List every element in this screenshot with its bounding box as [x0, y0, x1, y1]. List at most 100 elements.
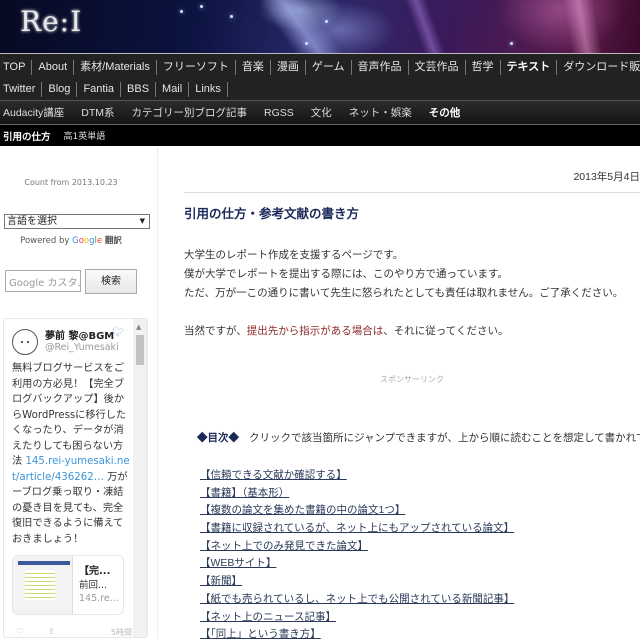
intro-paragraph: 僕が大学でレポートを提出する際には、このやり方で通っています。	[184, 268, 508, 280]
card-title: 【完...	[79, 566, 111, 577]
google-logo[interactable]: Google	[72, 236, 102, 246]
toc-link[interactable]: 【複数の論文を集めた書籍の中の論文1つ】	[200, 504, 405, 516]
language-select-value: 言語を選択	[7, 216, 57, 227]
category-tab[interactable]: DTM系	[81, 105, 114, 120]
toc-link[interactable]: 【書籍に収録されているが、ネット上にもアップされている論文】	[200, 522, 514, 534]
nav-item[interactable]: 素材/Materials	[80, 60, 157, 75]
toc-intro: クリックで該当箇所にジャンプできますが、上から順に読むことを想定して書かれていま…	[249, 432, 640, 444]
tweet-link-card[interactable]: 【完... 前回... 145.re...	[12, 555, 124, 615]
scrollbar-thumb[interactable]	[136, 335, 144, 365]
tweet-author-name[interactable]: 夢前 黎@BGM	[45, 327, 114, 342]
secondary-nav: Audacity講座 DTM系 カテゴリー別ブログ記事 RGSS 文化 ネット・娯楽 その他	[0, 100, 640, 124]
banner-sparkle	[230, 15, 233, 18]
toc-item: 【ネット上でのみ発見できた論文】	[200, 535, 514, 553]
toc-link[interactable]: 【WEBサイト】	[200, 557, 276, 569]
nav-item[interactable]: Links	[195, 82, 228, 97]
nav-item[interactable]: Twitter	[3, 82, 43, 97]
category-tab[interactable]: ネット・娯楽	[349, 105, 412, 120]
translate-link[interactable]: 翻訳	[105, 236, 122, 246]
toc-link[interactable]: 【信頼できる文献か確認する】	[200, 469, 347, 481]
search-button[interactable]: 検索	[85, 269, 137, 294]
toc-link[interactable]: 【書籍】（基本形）	[200, 487, 289, 499]
nav-item[interactable]: テキスト	[507, 60, 558, 75]
toc-link[interactable]: 【ネット上のニュース記事】	[200, 611, 336, 623]
toc-link[interactable]: 【紙でも売られているし、ネット上でも公開されている新聞記事】	[200, 593, 514, 605]
toc-item: 【書籍に収録されているが、ネット上にもアップされている論文】	[200, 517, 514, 535]
subcategory-tab[interactable]: 高1英単語	[64, 129, 106, 142]
intro-paragraph: ただ、万が一この通りに書いて先生に怒られたとしても責任は取れません。ご了承くださ…	[184, 287, 624, 299]
google-translate-credit: Powered by Google 翻訳	[0, 234, 142, 246]
google-logo-letter: e	[96, 236, 103, 246]
category-tab[interactable]: RGSS	[264, 107, 294, 119]
custom-search-input[interactable]: Google カスタム検索	[5, 270, 81, 292]
banner-sparkle	[510, 42, 513, 45]
nav-item[interactable]: 漫画	[277, 60, 306, 75]
toc-link[interactable]: 【ネット上でのみ発見できた論文】	[200, 540, 368, 552]
banner-sparkle	[325, 20, 328, 23]
tweet-body: 無料ブログサービスをご利用の方必見！【完全ブログバックアップ】後からWordPr…	[12, 363, 127, 467]
intro-text: 大学生のレポート作成を支援するページです。 僕が大学でレポートを提出する際には、…	[184, 246, 623, 341]
avatar[interactable]	[12, 329, 38, 355]
tweet-text: 無料ブログサービスをご利用の方必見！【完全ブログバックアップ】後からWordPr…	[12, 361, 132, 547]
category-tab[interactable]: その他	[429, 105, 461, 120]
scrollbar[interactable]: ▲	[133, 319, 147, 637]
table-of-contents: 【信頼できる文献か確認する】 【書籍】（基本形） 【複数の論文を集めた書籍の中の論文…	[200, 464, 514, 641]
sidebar-divider	[157, 148, 159, 638]
primary-nav-row: Twitter Blog Fantia BBS Mail Links	[0, 79, 640, 100]
sidebar: Count from 2013.10.23 言語を選択 ▼ Powered by…	[0, 148, 156, 638]
toc-item: 【紙でも売られているし、ネット上でも公開されている新聞記事】	[200, 588, 514, 606]
banner-sparkle	[180, 10, 183, 13]
sponsored-link-label: スポンサーリンク	[380, 375, 444, 384]
banner-light-streak	[400, 0, 460, 53]
notice-text: 、それに従ってください。	[383, 325, 509, 337]
banner-light-streak	[259, 0, 361, 53]
toc-header: ◆目次◆ クリックで該当箇所にジャンプできますが、上から順に読むことを想定して書か…	[197, 430, 640, 445]
toc-item: 【「同上」という書き方】	[200, 623, 514, 641]
nav-item[interactable]: ゲーム	[312, 60, 352, 75]
header-banner: Re:I	[0, 0, 640, 53]
nav-item[interactable]: 音声作品	[358, 60, 409, 75]
intro-paragraph: 大学生のレポート作成を支援するページです。	[184, 249, 404, 261]
post-date: 2013年5月4日	[573, 171, 640, 183]
nav-item[interactable]: BBS	[127, 82, 157, 97]
tweet-author-handle[interactable]: @Rei_Yumesaki	[45, 342, 135, 353]
tweet-timestamp[interactable]: 5時間	[111, 627, 132, 637]
powered-by-label: Powered by	[20, 236, 70, 246]
notice-text: 当然ですが、	[184, 325, 247, 337]
nav-item[interactable]: Blog	[48, 82, 78, 97]
page-title: 引用の仕方・参考文献の書き方	[184, 206, 360, 221]
notice-highlight: 提出先から指示がある場合は	[246, 325, 384, 337]
toc-item: 【信頼できる文献か確認する】	[200, 464, 514, 482]
google-logo-letter: G	[72, 236, 79, 246]
notice-paragraph: 当然ですが、提出先から指示がある場合は、それに従ってください。	[184, 322, 623, 341]
category-tab[interactable]: カテゴリー別ブログ記事	[132, 105, 248, 120]
nav-item[interactable]: Mail	[162, 82, 190, 97]
subcategory-tab[interactable]: 引用の仕方	[3, 129, 51, 143]
toc-item: 【複数の論文を集めた書籍の中の論文1つ】	[200, 499, 514, 517]
article: 2013年5月4日 引用の仕方・参考文献の書き方 大学生のレポート作成を支援する…	[160, 148, 640, 641]
nav-item[interactable]: ダウンロード販売	[563, 60, 640, 75]
toc-link[interactable]: 【新聞】	[200, 575, 242, 587]
nav-item[interactable]: 音楽	[242, 60, 271, 75]
nav-item[interactable]: 文芸作品	[415, 60, 466, 75]
nav-item[interactable]: フリーソフト	[163, 60, 236, 75]
nav-item[interactable]: About	[38, 60, 75, 75]
toc-label: ◆目次◆	[197, 432, 239, 444]
twitter-bird-icon[interactable]: 🐦︎	[112, 327, 125, 338]
category-tab[interactable]: Audacity講座	[3, 105, 64, 120]
category-tab[interactable]: 文化	[311, 105, 332, 120]
banner-sparkle	[305, 42, 308, 45]
share-icon[interactable]: ⇪	[48, 627, 55, 636]
primary-nav: TOP About 素材/Materials フリーソフト 音楽 漫画 ゲーム 音声作品 文芸作…	[0, 53, 640, 100]
toc-link[interactable]: 【「同上」という書き方】	[200, 628, 321, 640]
nav-item[interactable]: 哲学	[472, 60, 501, 75]
like-icon[interactable]: ♡	[16, 627, 23, 636]
site-logo[interactable]: Re:I	[20, 5, 82, 38]
language-select[interactable]: 言語を選択 ▼	[4, 214, 150, 229]
nav-item[interactable]: TOP	[3, 60, 33, 75]
dropdown-arrow-icon: ▼	[139, 217, 145, 225]
tertiary-nav: 引用の仕方 高1英単語	[0, 124, 640, 146]
primary-nav-row: TOP About 素材/Materials フリーソフト 音楽 漫画 ゲーム 音声作品 文芸作…	[0, 57, 640, 78]
scroll-up-icon[interactable]: ▲	[136, 323, 141, 331]
nav-item[interactable]: Fantia	[83, 82, 122, 97]
